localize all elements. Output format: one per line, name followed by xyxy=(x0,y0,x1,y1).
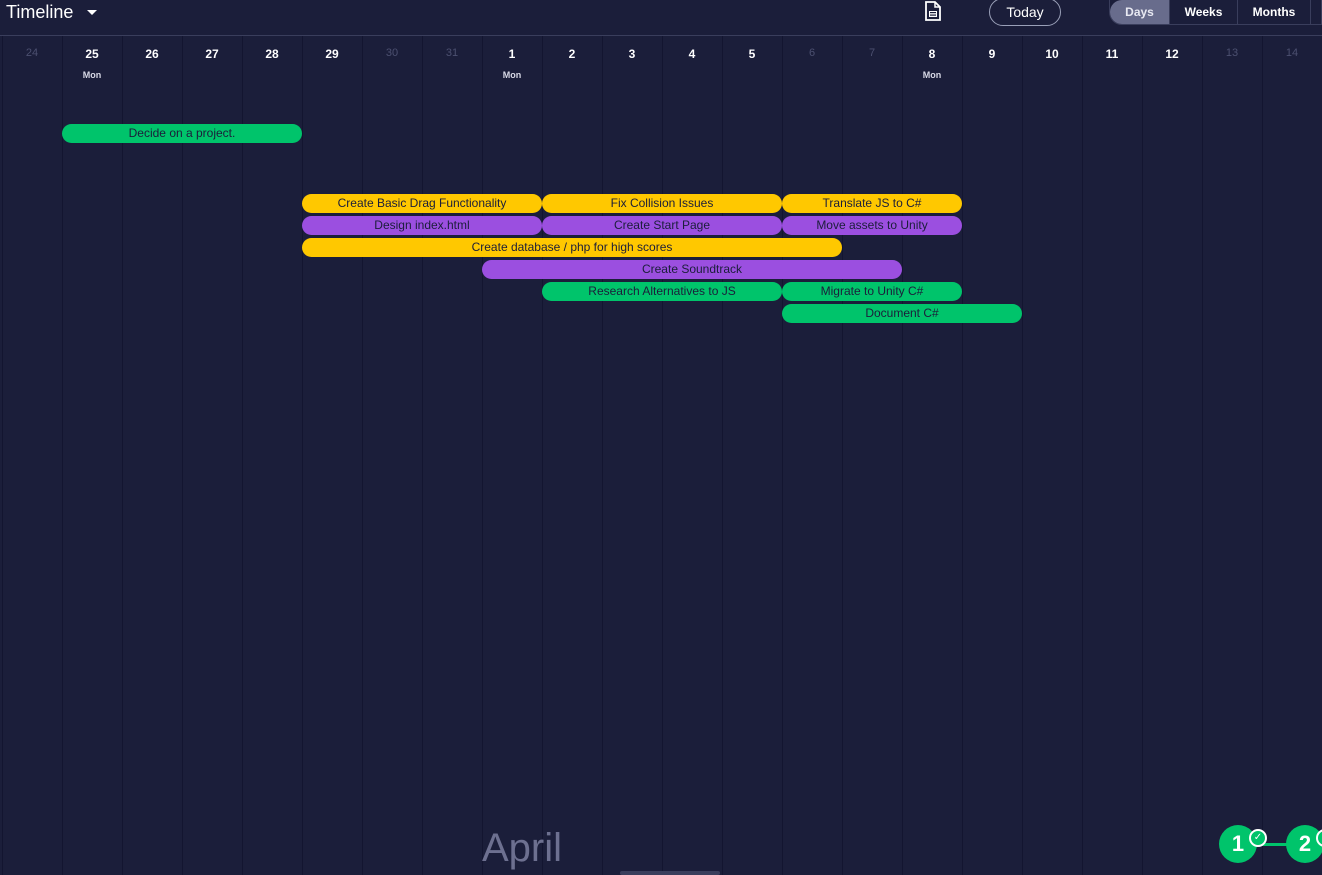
view-days-button[interactable]: Days xyxy=(1110,0,1169,24)
day-column-divider xyxy=(1022,36,1023,875)
day-number: 7 xyxy=(868,47,876,59)
day-number: 27 xyxy=(205,47,219,61)
day-column-divider xyxy=(902,36,903,875)
day-number: 3 xyxy=(628,47,636,61)
day-number: 10 xyxy=(1045,47,1059,61)
task-bar[interactable]: Translate JS to C# xyxy=(782,194,962,213)
day-number: 28 xyxy=(265,47,279,61)
day-column-divider xyxy=(2,36,3,875)
progress-badge-2[interactable]: 2 xyxy=(1286,825,1322,863)
day-column-divider xyxy=(122,36,123,875)
day-column-divider xyxy=(1142,36,1143,875)
task-bar[interactable]: Create Basic Drag Functionality xyxy=(302,194,542,213)
task-bar[interactable]: Research Alternatives to JS xyxy=(542,282,782,301)
day-number: 1 xyxy=(508,47,516,61)
day-column-divider xyxy=(182,36,183,875)
day-number: 11 xyxy=(1105,47,1119,61)
day-number: 8 xyxy=(928,47,936,61)
day-column-divider xyxy=(422,36,423,875)
day-of-week: Mon xyxy=(922,70,942,80)
day-column-divider xyxy=(602,36,603,875)
document-icon[interactable] xyxy=(924,1,942,21)
day-column-divider xyxy=(1082,36,1083,875)
check-icon: ✓ xyxy=(1249,829,1267,847)
day-number: 5 xyxy=(748,47,756,61)
task-bar[interactable]: Move assets to Unity xyxy=(782,216,962,235)
month-label: April xyxy=(482,826,563,870)
day-column-divider xyxy=(542,36,543,875)
task-bar[interactable]: Create Soundtrack xyxy=(482,260,902,279)
day-number: 30 xyxy=(385,47,399,59)
page-title[interactable]: Timeline xyxy=(6,0,73,24)
day-column-divider xyxy=(302,36,303,875)
day-number: 24 xyxy=(25,47,39,59)
day-column-divider xyxy=(842,36,843,875)
day-number: 6 xyxy=(808,47,816,59)
task-bar[interactable]: Create Start Page xyxy=(542,216,782,235)
day-number: 9 xyxy=(988,47,996,61)
day-column-divider xyxy=(662,36,663,875)
day-number: 14 xyxy=(1285,47,1299,59)
task-bar[interactable]: Decide on a project. xyxy=(62,124,302,143)
day-column-divider xyxy=(482,36,483,875)
day-number: 25 xyxy=(85,47,99,61)
scroll-handle[interactable] xyxy=(620,871,720,875)
day-column-divider xyxy=(1202,36,1203,875)
day-number: 12 xyxy=(1165,47,1179,61)
day-number: 31 xyxy=(445,47,459,59)
task-bar[interactable]: Design index.html xyxy=(302,216,542,235)
view-switcher: Days Weeks Months xyxy=(1109,0,1322,25)
caret-down-icon[interactable] xyxy=(87,10,97,15)
top-bar: Timeline Today Days Weeks Months xyxy=(0,0,1322,36)
day-column-divider xyxy=(782,36,783,875)
task-bar[interactable]: Fix Collision Issues xyxy=(542,194,782,213)
day-column-divider xyxy=(1262,36,1263,875)
day-of-week: Mon xyxy=(502,70,522,80)
day-column-divider xyxy=(362,36,363,875)
day-of-week: Mon xyxy=(82,70,102,80)
view-months-button[interactable]: Months xyxy=(1237,0,1311,24)
today-button[interactable]: Today xyxy=(989,0,1061,26)
day-number: 4 xyxy=(688,47,696,61)
day-column-divider xyxy=(722,36,723,875)
day-column-divider xyxy=(962,36,963,875)
task-bar[interactable]: Document C# xyxy=(782,304,1022,323)
day-number: 26 xyxy=(145,47,159,61)
day-number: 2 xyxy=(568,47,576,61)
day-column-divider xyxy=(242,36,243,875)
day-number: 29 xyxy=(325,47,339,61)
view-weeks-button[interactable]: Weeks xyxy=(1169,0,1237,24)
task-bar[interactable]: Create database / php for high scores xyxy=(302,238,842,257)
task-bar[interactable]: Migrate to Unity C# xyxy=(782,282,962,301)
day-column-divider xyxy=(62,36,63,875)
day-number: 13 xyxy=(1225,47,1239,59)
